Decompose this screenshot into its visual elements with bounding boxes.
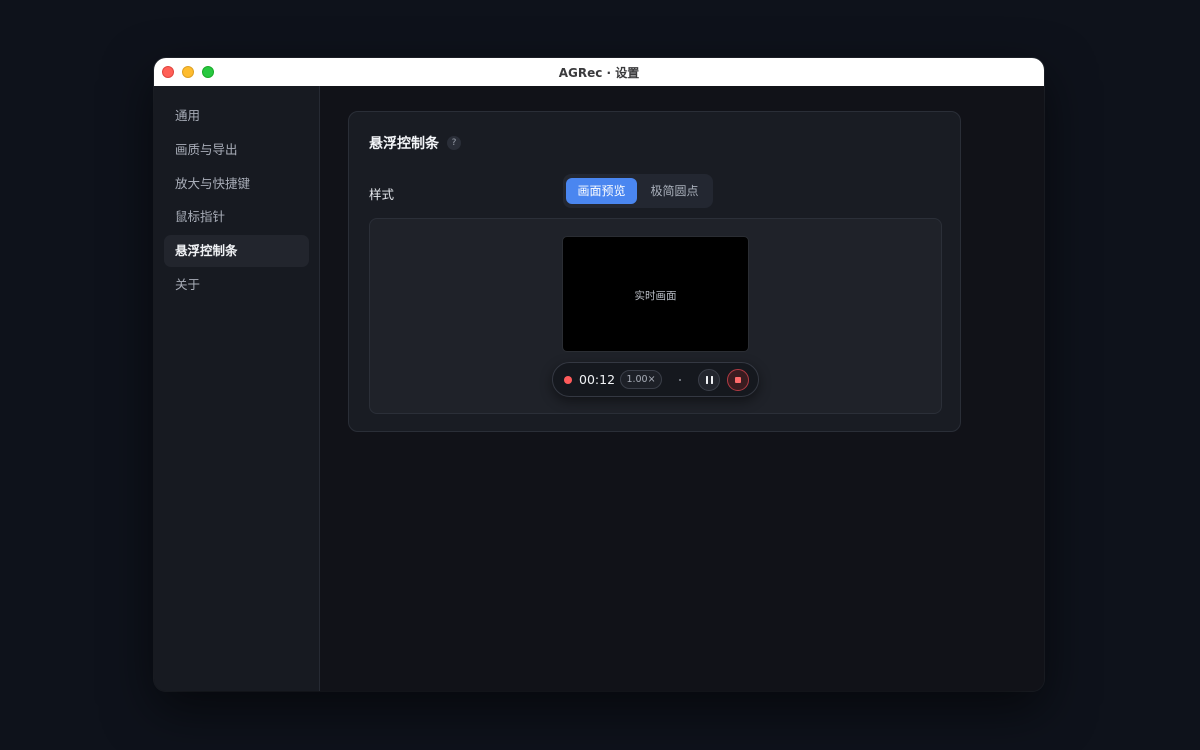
title-bar: AGRec · 设置: [154, 58, 1044, 86]
preview-area: 实时画面 00:12 1.00×: [369, 218, 942, 414]
style-option-preview[interactable]: 画面预览: [566, 178, 637, 204]
video-label: 实时画面: [634, 290, 677, 302]
stop-button[interactable]: [727, 369, 749, 391]
recording-dot-icon: [564, 376, 572, 384]
stop-icon: [735, 377, 741, 383]
pause-icon-bar: [711, 376, 713, 384]
settings-card: 悬浮控制条 ? 样式 画面预览 极简圆点 实时画面 00:12 1.00×: [348, 111, 961, 432]
sidebar: 通用 画质与导出 放大与快捷键 鼠标指针 悬浮控制条 关于: [154, 86, 320, 691]
sidebar-item-about[interactable]: 关于: [164, 269, 309, 301]
help-icon[interactable]: ?: [447, 136, 461, 150]
sidebar-item-floating-control-bar[interactable]: 悬浮控制条: [164, 235, 309, 267]
pause-button[interactable]: [698, 369, 720, 391]
sidebar-item-mouse-pointer[interactable]: 鼠标指针: [164, 201, 309, 233]
separator-dot-icon: [679, 379, 681, 381]
settings-window: AGRec · 设置 通用 画质与导出 放大与快捷键 鼠标指针 悬浮控制条 关于…: [154, 58, 1044, 691]
floating-control-bar: 00:12 1.00×: [552, 362, 759, 397]
main-content: 悬浮控制条 ? 样式 画面预览 极简圆点 实时画面 00:12 1.00×: [320, 86, 1044, 691]
window-title: AGRec · 设置: [558, 66, 640, 80]
style-option-minimal-dot[interactable]: 极简圆点: [639, 178, 710, 204]
section-title: 悬浮控制条: [369, 136, 439, 152]
recording-timer: 00:12: [579, 372, 616, 387]
live-video-preview: 实时画面: [562, 236, 749, 352]
sidebar-item-general[interactable]: 通用: [164, 100, 309, 132]
pause-icon: [706, 376, 708, 384]
style-segmented-control: 画面预览 极简圆点: [563, 174, 713, 208]
sidebar-item-zoom-shortcuts[interactable]: 放大与快捷键: [164, 168, 309, 200]
sidebar-item-quality-export[interactable]: 画质与导出: [164, 134, 309, 166]
zoom-badge[interactable]: 1.00×: [620, 370, 662, 389]
style-label: 样式: [369, 187, 395, 202]
